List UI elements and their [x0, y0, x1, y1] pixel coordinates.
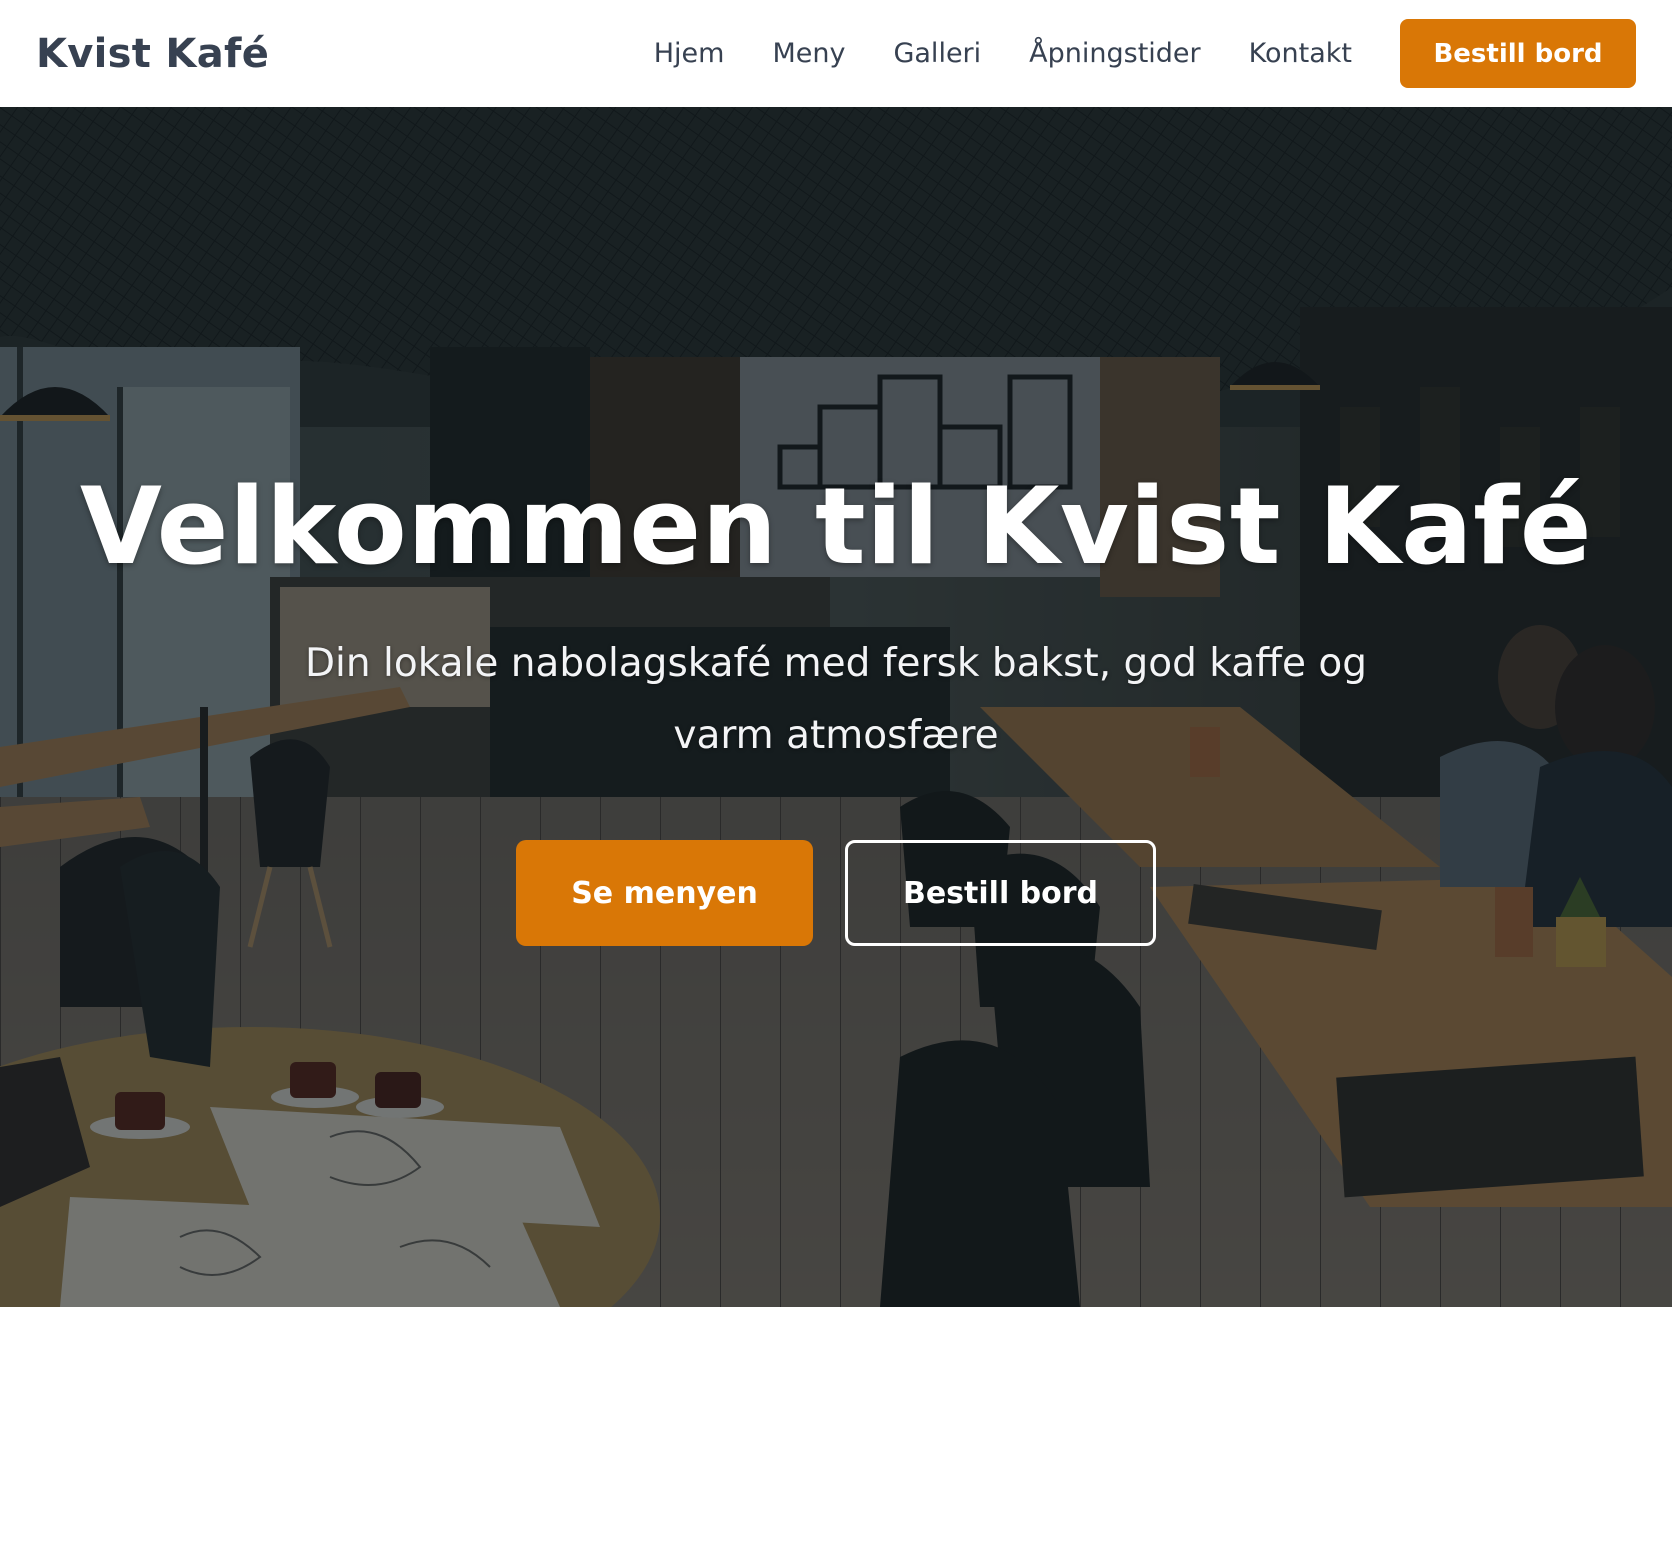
nav-link-meny[interactable]: Meny — [772, 38, 845, 69]
brand-logo[interactable]: Kvist Kafé — [36, 31, 269, 77]
hero-actions: Se menyen Bestill bord — [516, 840, 1156, 946]
see-menu-button[interactable]: Se menyen — [516, 840, 813, 946]
site-header: Kvist Kafé Hjem Meny Galleri Åpningstide… — [0, 0, 1672, 107]
nav-link-apningstider[interactable]: Åpningstider — [1029, 38, 1200, 69]
hero-book-table-button[interactable]: Bestill bord — [845, 840, 1156, 946]
nav-link-galleri[interactable]: Galleri — [893, 38, 981, 69]
header-book-table-button[interactable]: Bestill bord — [1400, 19, 1636, 88]
nav-link-hjem[interactable]: Hjem — [654, 38, 725, 69]
hero-section: Velkommen til Kvist Kafé Din lokale nabo… — [0, 107, 1672, 1307]
hero-title: Velkommen til Kvist Kafé — [79, 465, 1593, 588]
page: Kvist Kafé Hjem Meny Galleri Åpningstide… — [0, 0, 1672, 1566]
hero-subtitle: Din lokale nabolagskafé med fersk bakst,… — [305, 641, 1367, 758]
nav-link-kontakt[interactable]: Kontakt — [1249, 38, 1352, 69]
hero-content: Velkommen til Kvist Kafé Din lokale nabo… — [0, 107, 1672, 1307]
main-nav: Hjem Meny Galleri Åpningstider Kontakt — [654, 38, 1352, 69]
